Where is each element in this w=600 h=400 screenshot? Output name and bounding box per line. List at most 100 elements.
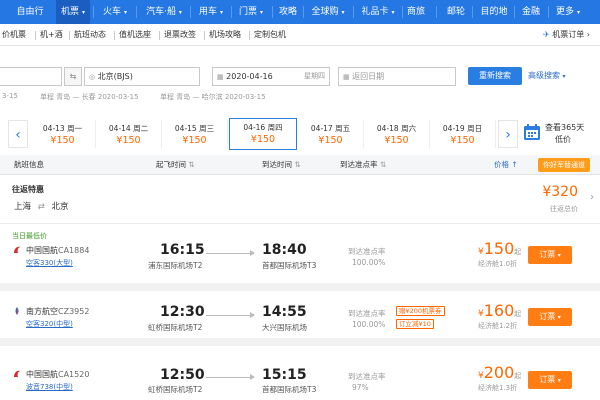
date-option-price: ¥150 bbox=[318, 135, 343, 146]
flight-arrow bbox=[206, 312, 255, 318]
subnav-item-airport-guide[interactable]: 机场攻略 bbox=[209, 24, 241, 46]
subnav-item-flight-status[interactable]: 航班动态 bbox=[74, 24, 106, 46]
departure-city-input[interactable] bbox=[0, 67, 62, 86]
nav-item-gift-card[interactable]: 礼品卡 ▾ bbox=[356, 0, 400, 24]
discount-text: 经济舱1.0折 bbox=[478, 260, 518, 268]
plane-icon: ✈ bbox=[543, 30, 550, 39]
date-option[interactable]: 04-17 周五 ¥150 bbox=[298, 120, 364, 148]
airline-name-text: 中国国航 bbox=[26, 246, 58, 255]
nav-divider bbox=[272, 6, 273, 18]
arrival-time: 15:15 bbox=[262, 367, 307, 383]
nav-item-flights[interactable]: 机票 ▾ bbox=[56, 0, 90, 24]
date-option[interactable]: 04-19 周日 ¥150 bbox=[430, 120, 496, 148]
flight-number: CZ3952 bbox=[58, 307, 90, 316]
nav-divider bbox=[190, 6, 191, 18]
date-option-price: ¥150 bbox=[116, 135, 141, 146]
chevron-down-icon: ▾ bbox=[391, 9, 395, 16]
aircraft-type-link[interactable]: 空客330(大型) bbox=[26, 258, 73, 268]
search-button[interactable]: 重新搜索 bbox=[468, 67, 522, 85]
date-option[interactable]: 04-14 周二 ¥150 bbox=[96, 120, 162, 148]
promo-badge-discount: 订立减¥10 bbox=[396, 319, 434, 329]
book-button[interactable]: 订票 ▾ bbox=[528, 308, 572, 326]
departure-airport: 虹桥国际机场T2 bbox=[148, 323, 203, 332]
results-table-header: 航班信息 起飞时间 ⇅ 到达时间 ⇅ 到达准点率 ⇅ 价格 ↑ 你好军替通道 bbox=[0, 155, 600, 175]
date-option-price: ¥150 bbox=[450, 135, 475, 146]
swap-cities-button[interactable]: ⇆ bbox=[64, 67, 82, 86]
date-option[interactable]: 04-18 周六 ¥150 bbox=[364, 120, 430, 148]
subnav-divider bbox=[249, 31, 250, 40]
nav-item-cruise[interactable]: 邮轮 bbox=[444, 0, 468, 24]
round-trip-arrows-icon: ⇄ bbox=[37, 202, 45, 212]
date-option-price: ¥150 bbox=[50, 135, 75, 146]
return-date-input[interactable]: ▦ 返回日期 bbox=[338, 67, 456, 86]
book-button-label: 订票 bbox=[539, 375, 556, 384]
flight-row: 当日最低价 中国国航CA1884 空客330(大型) 16:15 浦东国际机场T… bbox=[0, 225, 600, 291]
nav-item-car[interactable]: 用车 ▾ bbox=[194, 0, 228, 24]
chevron-down-icon: ▾ bbox=[576, 9, 580, 16]
departure-date-input[interactable]: ▦ 2020-04-16 星期四 bbox=[212, 67, 330, 86]
history-item[interactable]: 3-15 bbox=[2, 92, 18, 100]
nav-item-business[interactable]: 商旅 bbox=[404, 0, 428, 24]
nav-item-guides[interactable]: 攻略 bbox=[276, 0, 300, 24]
nav-item-train[interactable]: 火车 ▾ bbox=[98, 0, 132, 24]
nav-divider bbox=[353, 6, 354, 18]
subnav-item-charter[interactable]: 定制包机 bbox=[254, 24, 286, 46]
sort-by-ontime[interactable]: 到达准点率 ⇅ bbox=[340, 155, 386, 175]
nav-item-free-travel[interactable]: 自由行 bbox=[8, 0, 52, 24]
date-option[interactable]: 04-15 周三 ¥150 bbox=[162, 120, 228, 148]
date-option[interactable]: 04-13 周一 ¥150 bbox=[30, 120, 96, 148]
discount-text: 经济舱1.3折 bbox=[478, 384, 518, 392]
date-option-selected[interactable]: 04-16 周四 ¥150 bbox=[229, 118, 297, 150]
arrival-city-value: 北京(BJS) bbox=[97, 72, 133, 81]
round-trip-label: 往返特惠 bbox=[12, 185, 44, 194]
aircraft-type-link[interactable]: 波音738(中型) bbox=[26, 382, 73, 392]
flight-orders-label: 机票订单 bbox=[552, 30, 585, 39]
departure-weekday: 星期四 bbox=[304, 72, 325, 80]
book-button[interactable]: 订票 ▾ bbox=[528, 371, 572, 389]
history-item[interactable]: 单程 青岛 — 长春 2020-03-15 bbox=[40, 92, 139, 102]
book-button[interactable]: 订票 ▾ bbox=[528, 246, 572, 264]
advanced-search-link[interactable]: 高级搜索 ▾ bbox=[528, 67, 566, 85]
nav-divider bbox=[436, 6, 437, 18]
round-trip-offer[interactable]: 往返特惠 上海 ⇄ 北京 ¥320 往返总价 › bbox=[0, 176, 600, 224]
recommend-channel-button[interactable]: 你好军替通道 bbox=[538, 158, 590, 172]
date-option-label: 04-18 周六 bbox=[376, 124, 417, 133]
header-depart-label: 起飞时间 bbox=[156, 160, 186, 169]
nav-item-train-label: 火车 bbox=[103, 7, 122, 17]
subnav-item-refund[interactable]: 退票改签 bbox=[164, 24, 196, 46]
price-suffix: 起 bbox=[514, 372, 522, 380]
sort-by-arrive[interactable]: 到达时间 ⇅ bbox=[262, 155, 301, 175]
sub-navigation-bar: 价机票 机+酒 航班动态 值机选座 退票改签 机场攻略 定制包机 ✈ 机票订单 … bbox=[0, 24, 600, 46]
aircraft-type-link[interactable]: 空客320(中型) bbox=[26, 319, 73, 329]
arrival-city-input[interactable]: ◎ 北京(BJS) bbox=[84, 67, 200, 86]
air-china-logo-icon bbox=[14, 246, 20, 253]
promo-badge-coupon: 赠¥200机票券 bbox=[396, 306, 445, 316]
flight-price-value: 150 bbox=[483, 239, 515, 258]
nav-item-finance[interactable]: 金融 bbox=[518, 0, 544, 24]
nav-item-tickets[interactable]: 门票 ▾ bbox=[234, 0, 268, 24]
nav-item-global-shop[interactable]: 全球购 ▾ bbox=[306, 0, 350, 24]
subnav-item-checkin[interactable]: 值机选座 bbox=[119, 24, 151, 46]
calendar-label-line1: 查看365天 bbox=[545, 123, 585, 132]
flight-price-value: 160 bbox=[483, 301, 515, 320]
nav-item-more[interactable]: 更多 ▾ bbox=[552, 0, 584, 24]
next-week-button[interactable]: › bbox=[498, 120, 518, 148]
round-trip-to: 北京 bbox=[51, 202, 69, 212]
previous-week-button[interactable]: ‹ bbox=[8, 120, 28, 148]
departure-time: 12:30 bbox=[160, 304, 205, 320]
nav-item-bus-ship-label: 汽车·船 bbox=[146, 7, 176, 17]
price-suffix: 起 bbox=[514, 310, 522, 318]
calendar-icon bbox=[524, 124, 540, 140]
flight-orders-link[interactable]: ✈ 机票订单 › bbox=[543, 24, 590, 46]
sort-by-price[interactable]: 价格 ↑ bbox=[494, 155, 518, 175]
history-item[interactable]: 单程 青岛 — 哈尔滨 2020-03-15 bbox=[160, 92, 266, 102]
sort-up-icon: ↑ bbox=[511, 160, 518, 169]
nav-item-destination[interactable]: 目的地 bbox=[478, 0, 510, 24]
low-price-calendar-button[interactable]: 查看365天 低价 bbox=[523, 120, 593, 148]
ontime-label: 到达准点率 bbox=[348, 247, 386, 256]
departure-date-value: 2020-04-16 bbox=[226, 72, 273, 81]
nav-item-bus-ship[interactable]: 汽车·船 ▾ bbox=[140, 0, 188, 24]
subnav-item-flight-hotel[interactable]: 机+酒 bbox=[40, 24, 63, 46]
sort-by-depart[interactable]: 起飞时间 ⇅ bbox=[156, 155, 195, 175]
subnav-item-special-tickets[interactable]: 价机票 bbox=[2, 24, 26, 46]
